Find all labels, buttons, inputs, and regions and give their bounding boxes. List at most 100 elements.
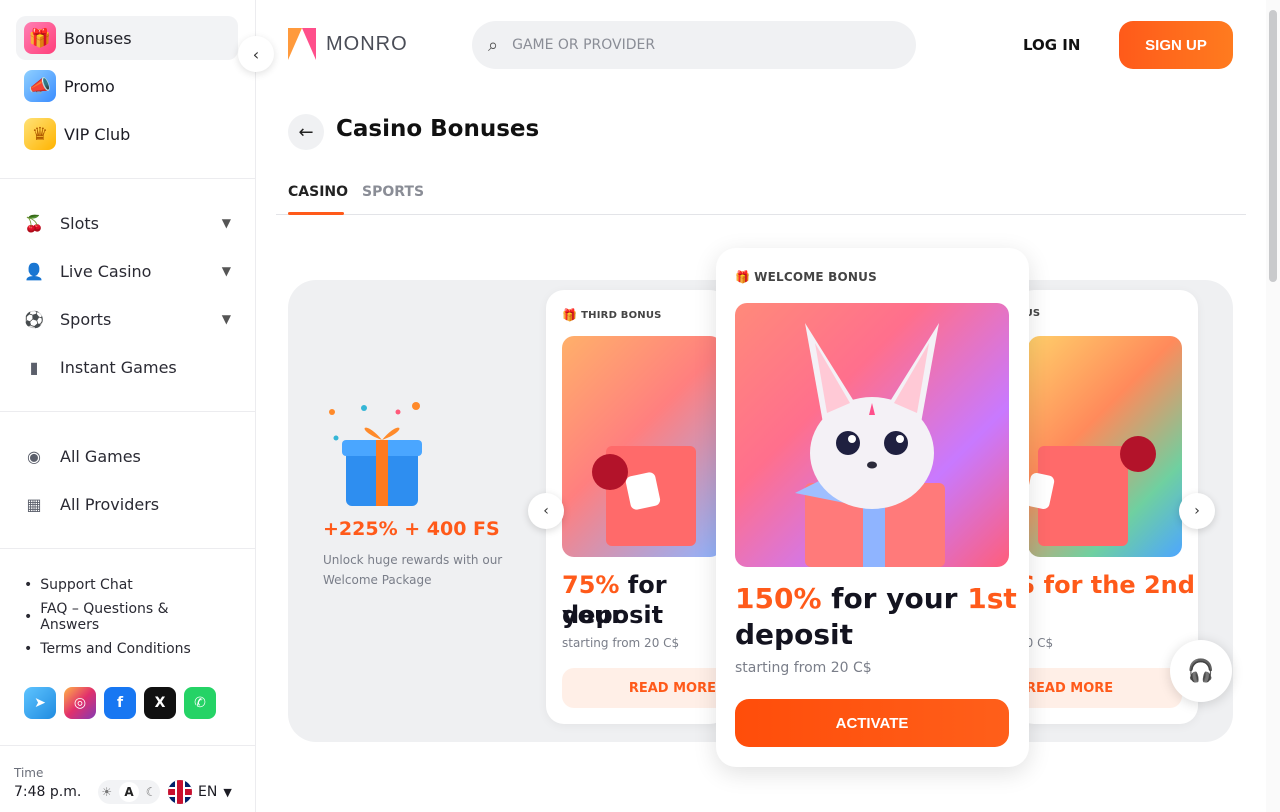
- card-label: 🎁 THIRD BONUS: [562, 308, 662, 322]
- cherries-icon: 🍒: [24, 213, 44, 233]
- activate-button[interactable]: ACTIVATE: [735, 699, 1009, 747]
- megaphone-icon: 📣: [24, 70, 56, 102]
- scrollbar-thumb[interactable]: [1269, 10, 1277, 282]
- telegram-icon[interactable]: ➤: [24, 687, 56, 719]
- grid-icon: ▦: [26, 494, 42, 514]
- time-value: 7:48 p.m.: [14, 784, 82, 800]
- gift-icon: 🎁: [24, 22, 56, 54]
- search-bar[interactable]: ⌕: [472, 21, 916, 69]
- sidebar-item-live-casino[interactable]: 👤 Live Casino ▼: [24, 247, 231, 295]
- sidebar-item-label: Sports: [60, 309, 112, 329]
- card-headline-line2: deposit: [735, 618, 853, 651]
- chevron-down-icon[interactable]: ▼: [222, 312, 231, 326]
- sidebar-item-all-providers[interactable]: ▦ All Providers: [24, 480, 231, 528]
- chevron-left-icon: ‹: [543, 503, 549, 519]
- tab-sports[interactable]: SPORTS: [362, 184, 424, 200]
- sun-icon[interactable]: ☀: [101, 785, 112, 799]
- faq-link[interactable]: FAQ – Questions & Answers: [24, 601, 231, 633]
- chevron-down-icon[interactable]: ▼: [222, 264, 231, 278]
- facebook-icon[interactable]: f: [104, 687, 136, 719]
- language-code: EN: [198, 784, 218, 800]
- tab-casino[interactable]: CASINO: [288, 184, 348, 200]
- bonus-tabs: CASINO SPORTS: [276, 176, 1246, 215]
- read-more-button[interactable]: READ MORE: [562, 668, 728, 708]
- sidebar-item-instant-games[interactable]: ▮ Instant Games: [24, 343, 231, 391]
- chevron-down-icon: ▼: [223, 785, 232, 799]
- sidebar-item-label: Promo: [64, 76, 115, 96]
- promo-subtitle: Unlock huge rewards with our Welcome Pac…: [323, 553, 503, 587]
- sidebar-item-label: All Games: [60, 446, 141, 466]
- x-icon[interactable]: X: [144, 687, 176, 719]
- dealer-icon: 👤: [24, 261, 44, 281]
- promo-title: +225% + 400 FS: [323, 518, 500, 540]
- search-icon: ⌕: [488, 34, 499, 56]
- sidebar-footer: Time 7:48 p.m. ☀ A ☾ EN ▼: [0, 745, 256, 812]
- instagram-icon[interactable]: ◎: [64, 687, 96, 719]
- carousel-prev-button[interactable]: ‹: [528, 493, 564, 529]
- card-headline: 150% for your 1st: [735, 582, 1017, 616]
- sidebar-games: ◉ All Games ▦ All Providers: [0, 432, 255, 528]
- fox-in-gift-illustration: [795, 323, 945, 567]
- sidebar-divider: [0, 178, 255, 179]
- card-headline-line2: deposit: [562, 601, 664, 629]
- theme-auto[interactable]: A: [118, 782, 139, 802]
- cherry-shape: [1120, 436, 1156, 472]
- card-label-text: THIRD BONUS: [581, 309, 662, 321]
- sidebar-item-bonuses[interactable]: 🎁 Bonuses: [16, 16, 238, 60]
- headline-pre: S for the: [1018, 571, 1144, 599]
- chevron-down-icon[interactable]: ▼: [222, 216, 231, 230]
- second-bonus-image: [1028, 336, 1182, 557]
- language-selector[interactable]: EN ▼: [168, 780, 232, 804]
- sidebar-item-vip-club[interactable]: ♛ VIP Club: [16, 112, 239, 156]
- bonus-card-welcome[interactable]: 🎁 WELCOME BONUS 150% for your 1st deposi…: [716, 248, 1029, 767]
- logo-text: MONRO: [326, 32, 408, 55]
- terms-link[interactable]: Terms and Conditions: [24, 633, 231, 665]
- sidebar-divider: [0, 548, 255, 549]
- back-button[interactable]: ←: [288, 114, 324, 150]
- login-button[interactable]: LOG IN: [1023, 36, 1080, 54]
- bonus-card-third[interactable]: 🎁 THIRD BONUS 75% for your deposit start…: [546, 290, 728, 724]
- sidebar-item-all-games[interactable]: ◉ All Games: [24, 432, 231, 480]
- chevron-right-icon: ›: [1194, 503, 1200, 519]
- signup-button[interactable]: SIGN UP: [1119, 21, 1233, 69]
- search-input[interactable]: [512, 37, 873, 53]
- bar-chart-icon: ▮: [29, 357, 39, 377]
- sidebar-top: 🎁 Bonuses 📣 Promo ♛ VIP Club: [0, 0, 255, 156]
- header: MONRO ⌕ LOG IN SIGN UP: [256, 0, 1266, 90]
- gift-icon: 🎁: [735, 270, 751, 284]
- moon-icon[interactable]: ☾: [146, 785, 157, 799]
- support-chat-button[interactable]: 🎧: [1170, 640, 1232, 702]
- time-label: Time: [14, 766, 44, 780]
- deposit-ordinal: 1st: [967, 582, 1017, 615]
- logo[interactable]: MONRO: [288, 28, 408, 60]
- sidebar-nav: 🍒 Slots ▼ 👤 Live Casino ▼ ⚽ Sports ▼ ▮ I…: [0, 199, 255, 391]
- cherry-shape: [592, 454, 628, 490]
- sidebar-item-promo[interactable]: 📣 Promo: [16, 64, 239, 108]
- deposit-ordinal: 2nd: [1143, 571, 1195, 599]
- sidebar-item-label: Slots: [60, 213, 99, 233]
- sidebar-item-sports[interactable]: ⚽ Sports ▼: [24, 295, 231, 343]
- card-label: 🎁 WELCOME BONUS: [735, 270, 877, 284]
- sidebar-divider: [0, 411, 255, 412]
- bonus-percent: 75%: [562, 571, 620, 599]
- logo-mark-icon: [288, 28, 316, 60]
- support-chat-link[interactable]: Support Chat: [24, 569, 231, 601]
- gift-box-illustration: [329, 402, 422, 506]
- gift-icon: 🎁: [562, 308, 578, 322]
- carousel-next-button[interactable]: ›: [1179, 493, 1215, 529]
- sidebar-item-slots[interactable]: 🍒 Slots ▼: [24, 199, 231, 247]
- sidebar-item-label: All Providers: [60, 494, 160, 514]
- starting-from-text: starting from 20 C$: [735, 660, 872, 676]
- arrow-left-icon: ←: [298, 121, 314, 143]
- sidebar-collapse-button[interactable]: ‹: [238, 36, 274, 72]
- sidebar: 🎁 Bonuses 📣 Promo ♛ VIP Club 🍒 Slots ▼ 👤…: [0, 0, 256, 812]
- whatsapp-icon[interactable]: ✆: [184, 687, 216, 719]
- theme-toggle[interactable]: ☀ A ☾: [98, 780, 160, 804]
- read-more-button[interactable]: READ MORE: [1016, 668, 1182, 708]
- scrollbar[interactable]: [1266, 0, 1280, 812]
- bonus-card-second[interactable]: NUS S for the 2nd t 20 C$ READ MORE: [1016, 290, 1198, 724]
- headline-mid: for your: [821, 582, 968, 615]
- third-bonus-image: [562, 336, 722, 557]
- headset-icon: 🎧: [1187, 658, 1215, 684]
- compass-icon: ◉: [27, 446, 41, 466]
